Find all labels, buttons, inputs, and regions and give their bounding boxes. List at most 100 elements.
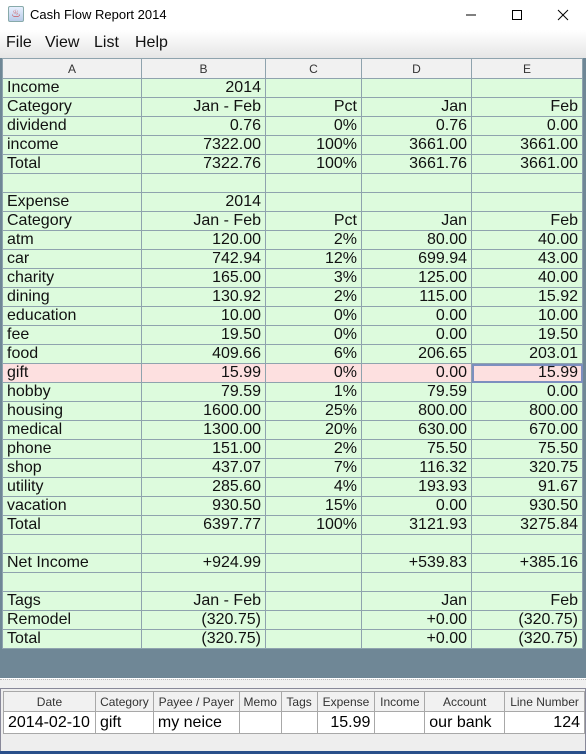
value-cell[interactable]: Jan: [361, 591, 472, 611]
value-cell[interactable]: 130.92: [141, 287, 266, 307]
value-cell[interactable]: 3661.76: [361, 154, 472, 174]
value-cell[interactable]: 4%: [265, 477, 362, 497]
grid-row[interactable]: Expense 2014: [2, 192, 583, 212]
grid-row[interactable]: medical 1300.00 20% 630.00 670.00: [2, 420, 583, 440]
value-cell[interactable]: Feb: [471, 97, 583, 117]
value-cell[interactable]: 100%: [265, 135, 362, 155]
grid-row[interactable]: [2, 173, 583, 193]
value-cell[interactable]: +0.00: [361, 610, 472, 630]
value-cell[interactable]: 165.00: [141, 268, 266, 288]
value-cell[interactable]: 40.00: [471, 268, 583, 288]
grid-row[interactable]: [2, 534, 583, 554]
grid-row[interactable]: [2, 572, 583, 592]
grid-row[interactable]: vacation 930.50 15% 0.00 930.50: [2, 496, 583, 516]
row-label-cell[interactable]: Expense: [2, 192, 142, 212]
value-cell[interactable]: Feb: [471, 591, 583, 611]
value-cell[interactable]: [361, 534, 472, 554]
value-cell[interactable]: 203.01: [471, 344, 583, 364]
transaction-table[interactable]: Date Category Payee / Payer Memo Tags Expense…: [3, 691, 585, 734]
value-cell[interactable]: 3661.00: [361, 135, 472, 155]
grid-row[interactable]: atm 120.00 2% 80.00 40.00: [2, 230, 583, 250]
grid-row[interactable]: Total 7322.76 100% 3661.76 3661.00: [2, 154, 583, 174]
value-cell[interactable]: 20%: [265, 420, 362, 440]
value-cell[interactable]: 43.00: [471, 249, 583, 269]
close-button[interactable]: [540, 0, 586, 30]
value-cell[interactable]: [265, 78, 362, 98]
value-cell[interactable]: [265, 572, 362, 592]
value-cell[interactable]: 151.00: [141, 439, 266, 459]
grid-row[interactable]: education 10.00 0% 0.00 10.00: [2, 306, 583, 326]
value-cell[interactable]: (320.75): [471, 629, 583, 649]
value-cell[interactable]: [265, 610, 362, 630]
grid-row[interactable]: hobby 79.59 1% 79.59 0.00: [2, 382, 583, 402]
column-header-c[interactable]: C: [265, 58, 362, 79]
row-label-cell[interactable]: Category: [2, 97, 142, 117]
row-label-cell[interactable]: phone: [2, 439, 142, 459]
value-cell[interactable]: (320.75): [471, 610, 583, 630]
income-cell[interactable]: [374, 711, 426, 734]
tags-cell[interactable]: [280, 711, 318, 734]
value-cell[interactable]: 19.50: [471, 325, 583, 345]
expense-cell[interactable]: 15.99: [316, 711, 376, 734]
grid-row[interactable]: income 7322.00 100% 3661.00 3661.00: [2, 135, 583, 155]
value-cell[interactable]: 2%: [265, 287, 362, 307]
value-cell[interactable]: Jan - Feb: [141, 591, 266, 611]
row-label-cell[interactable]: Tags: [2, 591, 142, 611]
value-cell[interactable]: 0.76: [141, 116, 266, 136]
column-header-date[interactable]: Date: [3, 691, 96, 712]
grid-row[interactable]: dividend 0.76 0% 0.76 0.00: [2, 116, 583, 136]
row-label-cell[interactable]: Total: [2, 154, 142, 174]
value-cell[interactable]: 0.00: [361, 306, 472, 326]
value-cell[interactable]: 1600.00: [141, 401, 266, 421]
row-label-cell[interactable]: housing: [2, 401, 142, 421]
value-cell[interactable]: Jan - Feb: [141, 211, 266, 231]
value-cell[interactable]: 115.00: [361, 287, 472, 307]
value-cell[interactable]: 6397.77: [141, 515, 266, 535]
memo-cell[interactable]: [238, 711, 282, 734]
value-cell[interactable]: 15.99: [141, 363, 266, 383]
value-cell[interactable]: 193.93: [361, 477, 472, 497]
account-cell[interactable]: our bank: [424, 711, 506, 734]
value-cell[interactable]: 91.67: [471, 477, 583, 497]
grid-row[interactable]: Tags Jan - Feb Jan Feb: [2, 591, 583, 611]
value-cell[interactable]: Jan - Feb: [141, 97, 266, 117]
value-cell[interactable]: 100%: [265, 154, 362, 174]
grid-row[interactable]: Remodel (320.75) +0.00 (320.75): [2, 610, 583, 630]
value-cell[interactable]: 742.94: [141, 249, 266, 269]
value-cell[interactable]: 437.07: [141, 458, 266, 478]
value-cell[interactable]: 0.00: [471, 382, 583, 402]
row-label-cell[interactable]: vacation: [2, 496, 142, 516]
value-cell[interactable]: 930.50: [141, 496, 266, 516]
value-cell[interactable]: 3%: [265, 268, 362, 288]
grid-row[interactable]: gift 15.99 0% 0.00 15.99: [2, 363, 583, 383]
value-cell[interactable]: 3275.84: [471, 515, 583, 535]
grid-row[interactable]: utility 285.60 4% 193.93 91.67: [2, 477, 583, 497]
value-cell[interactable]: 10.00: [141, 306, 266, 326]
value-cell[interactable]: 116.32: [361, 458, 472, 478]
value-cell[interactable]: 6%: [265, 344, 362, 364]
row-label-cell[interactable]: atm: [2, 230, 142, 250]
value-cell[interactable]: 2014: [141, 78, 266, 98]
row-label-cell[interactable]: gift: [2, 363, 142, 383]
value-cell[interactable]: 125.00: [361, 268, 472, 288]
value-cell[interactable]: 19.50: [141, 325, 266, 345]
value-cell[interactable]: 0.00: [361, 325, 472, 345]
value-cell[interactable]: Jan: [361, 97, 472, 117]
row-label-cell[interactable]: Income: [2, 78, 142, 98]
value-cell[interactable]: 409.66: [141, 344, 266, 364]
row-label-cell[interactable]: utility: [2, 477, 142, 497]
value-cell[interactable]: [471, 173, 583, 193]
grid-row[interactable]: Total (320.75) +0.00 (320.75): [2, 629, 583, 649]
value-cell[interactable]: [471, 192, 583, 212]
grid-row[interactable]: phone 151.00 2% 75.50 75.50: [2, 439, 583, 459]
value-cell[interactable]: 100%: [265, 515, 362, 535]
value-cell[interactable]: 7%: [265, 458, 362, 478]
payee-cell[interactable]: my neice: [152, 711, 240, 734]
value-cell[interactable]: 79.59: [361, 382, 472, 402]
row-label-cell[interactable]: shop: [2, 458, 142, 478]
grid-row[interactable]: car 742.94 12% 699.94 43.00: [2, 249, 583, 269]
value-cell[interactable]: 7322.76: [141, 154, 266, 174]
report-grid[interactable]: A B C D E Income 2014 Category Jan - Feb Pct…: [2, 58, 583, 649]
row-label-cell[interactable]: dining: [2, 287, 142, 307]
column-header-a[interactable]: A: [2, 58, 142, 79]
